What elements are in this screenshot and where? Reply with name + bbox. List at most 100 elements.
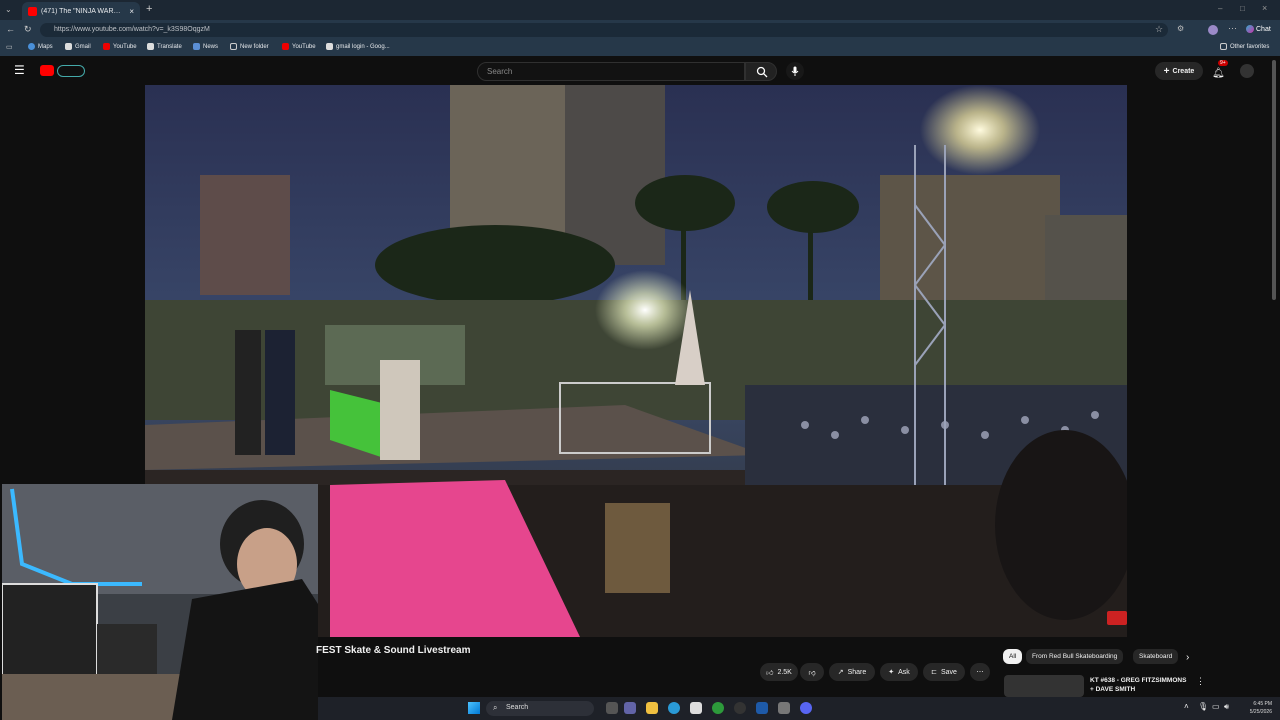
- bookmark-label: gmail login - Goog...: [336, 43, 390, 50]
- taskbar-search[interactable]: ⌕ Search: [486, 701, 594, 716]
- bookmark-maps[interactable]: Maps: [28, 43, 53, 50]
- bookmark-gmail-login[interactable]: gmail login - Goog...: [326, 43, 390, 50]
- bookmark-icon: ⊏: [931, 669, 937, 676]
- xbox-icon[interactable]: [712, 702, 724, 714]
- share-icon: ↗: [837, 669, 844, 676]
- edge-icon[interactable]: [668, 702, 680, 714]
- search-button[interactable]: [745, 62, 777, 81]
- url-field[interactable]: https://www.youtube.com/watch?v=_k3S98Oq…: [40, 23, 1168, 37]
- create-label: Create: [1172, 67, 1195, 75]
- bookmark-label: Other favorites: [1230, 43, 1270, 50]
- minimize-icon[interactable]: –: [1218, 4, 1222, 13]
- thumbs-down-icon: 👎︎: [808, 669, 816, 677]
- hamburger-menu-icon[interactable]: ☰: [14, 63, 25, 77]
- taskbar-search-icon: ⌕: [493, 703, 498, 712]
- clock-date: 5/25/2026: [1249, 709, 1272, 715]
- bookmark-other-favorites[interactable]: Other favorites: [1220, 43, 1269, 50]
- maps-icon: [28, 43, 35, 50]
- ask-button[interactable]: ✦ Ask: [880, 663, 918, 681]
- discord-icon[interactable]: [800, 702, 812, 714]
- back-icon[interactable]: ←: [6, 24, 15, 34]
- app-icon[interactable]: [778, 702, 790, 714]
- more-menu-icon[interactable]: ⋯: [1228, 23, 1237, 34]
- tab-list-icon[interactable]: ⌄: [5, 5, 12, 14]
- system-clock[interactable]: 6:45 PM 5/25/2026: [1250, 700, 1272, 716]
- obs-icon[interactable]: [734, 702, 746, 714]
- recommendation-title[interactable]: KT #638 - GREG FITZSIMMONS + DAVE SMITH: [1090, 676, 1186, 694]
- extensions-icon[interactable]: ⚙: [1177, 24, 1184, 33]
- rec-title-line1: KT #638 - GREG FITZSIMMONS: [1090, 677, 1187, 684]
- search-input[interactable]: Search: [477, 62, 745, 81]
- bookmark-youtube-2[interactable]: YouTube: [282, 43, 316, 50]
- store-icon[interactable]: [690, 702, 702, 714]
- microphone-tray-icon[interactable]: 🎙︎: [1198, 702, 1208, 711]
- bookmark-youtube[interactable]: YouTube: [103, 43, 137, 50]
- chip-label: Skateboard: [1139, 653, 1173, 660]
- system-tray-chevron-icon[interactable]: ˄: [1184, 702, 1189, 711]
- windows-start-icon[interactable]: [468, 702, 480, 714]
- chevron-right-icon[interactable]: ›: [1186, 652, 1189, 663]
- new-tab-icon[interactable]: +: [146, 3, 152, 15]
- tab-active[interactable]: (471) The "NINJA WARRIORS" ×: [22, 2, 140, 20]
- browser-tab-bar: ⌄ (471) The "NINJA WARRIORS" × + – □ ×: [0, 0, 1280, 20]
- photoshop-icon[interactable]: [756, 702, 768, 714]
- like-button[interactable]: 👍︎ 2.5K: [760, 663, 798, 681]
- youtube-icon: [103, 43, 110, 50]
- dislike-button[interactable]: 👎︎: [800, 663, 824, 681]
- chat-button[interactable]: Chat: [1246, 25, 1271, 33]
- address-bar-row: ← ↻ https://www.youtube.com/watch?v=_k3S…: [0, 20, 1280, 40]
- bookmark-translate[interactable]: Translate: [147, 43, 182, 50]
- clock-time: 6:45 PM: [1253, 701, 1272, 707]
- favorite-star-icon[interactable]: ☆: [1155, 24, 1163, 35]
- folder-icon: [1220, 43, 1227, 50]
- gmail-icon: [65, 43, 72, 50]
- bookmark-label: New folder: [240, 43, 269, 50]
- bookmark-folder[interactable]: New folder: [230, 43, 269, 50]
- refresh-icon[interactable]: ↻: [24, 24, 32, 35]
- bookmark-gmail[interactable]: Gmail: [65, 43, 91, 50]
- save-label: Save: [940, 668, 957, 676]
- file-explorer-icon[interactable]: [646, 702, 658, 714]
- account-avatar[interactable]: [1240, 64, 1254, 78]
- bookmark-label: Translate: [157, 43, 182, 50]
- youtube-icon: [282, 43, 289, 50]
- volume-icon[interactable]: 🔊︎: [1224, 702, 1229, 712]
- recommendation-thumbnail[interactable]: [1004, 675, 1084, 697]
- chip-skateboard[interactable]: Skateboard: [1133, 649, 1178, 664]
- youtube-logo-doodle: [57, 65, 85, 77]
- maximize-icon[interactable]: □: [1240, 4, 1245, 13]
- create-button[interactable]: + Create: [1155, 62, 1203, 80]
- windows-taskbar: ⌕ Search ˄ 🎙︎ ▭ 🔊︎ 6:45 PM 5/25/2026: [318, 697, 1280, 720]
- search-icon: [756, 66, 768, 78]
- network-icon[interactable]: ▭: [1212, 702, 1220, 711]
- plus-icon: +: [1163, 65, 1170, 77]
- teams-icon[interactable]: [624, 702, 636, 714]
- voice-search-button[interactable]: [786, 62, 804, 80]
- like-count: 2.5K: [777, 668, 792, 676]
- share-button[interactable]: ↗ Share: [829, 663, 875, 681]
- save-button[interactable]: ⊏ Save: [923, 663, 965, 681]
- chip-label: From Red Bull Skateboarding: [1032, 653, 1118, 660]
- thumbs-up-icon: 👍︎: [766, 669, 774, 677]
- task-view-icon[interactable]: [606, 702, 618, 714]
- notifications-button[interactable]: 🔔︎ 9+: [1212, 60, 1228, 81]
- redbull-watermark-logo: [1107, 611, 1127, 625]
- rec-more-icon[interactable]: ⋮: [1196, 676, 1205, 687]
- microphone-icon: [791, 66, 799, 76]
- youtube-header: ☰ Search + Create 🔔︎ 9+: [0, 57, 1280, 85]
- chip-all[interactable]: All: [1003, 649, 1023, 664]
- tab-title: (471) The "NINJA WARRIORS": [41, 7, 126, 15]
- video-title: FEST Skate & Sound Livestream: [316, 645, 471, 656]
- close-window-icon[interactable]: ×: [1262, 3, 1267, 13]
- tab-close-icon[interactable]: ×: [129, 7, 134, 16]
- apps-icon[interactable]: ▭: [6, 43, 13, 51]
- youtube-logo[interactable]: [40, 65, 54, 76]
- chip-from-red-bull[interactable]: From Red Bull Skateboarding: [1026, 649, 1124, 664]
- more-actions-button[interactable]: ⋯: [970, 663, 990, 681]
- share-label: Share: [847, 668, 867, 676]
- translate-icon: [147, 43, 154, 50]
- bookmark-news[interactable]: News: [193, 43, 218, 50]
- page-scrollbar[interactable]: [1272, 60, 1276, 300]
- profile-avatar[interactable]: [1208, 25, 1218, 35]
- bookmark-label: Maps: [38, 43, 53, 50]
